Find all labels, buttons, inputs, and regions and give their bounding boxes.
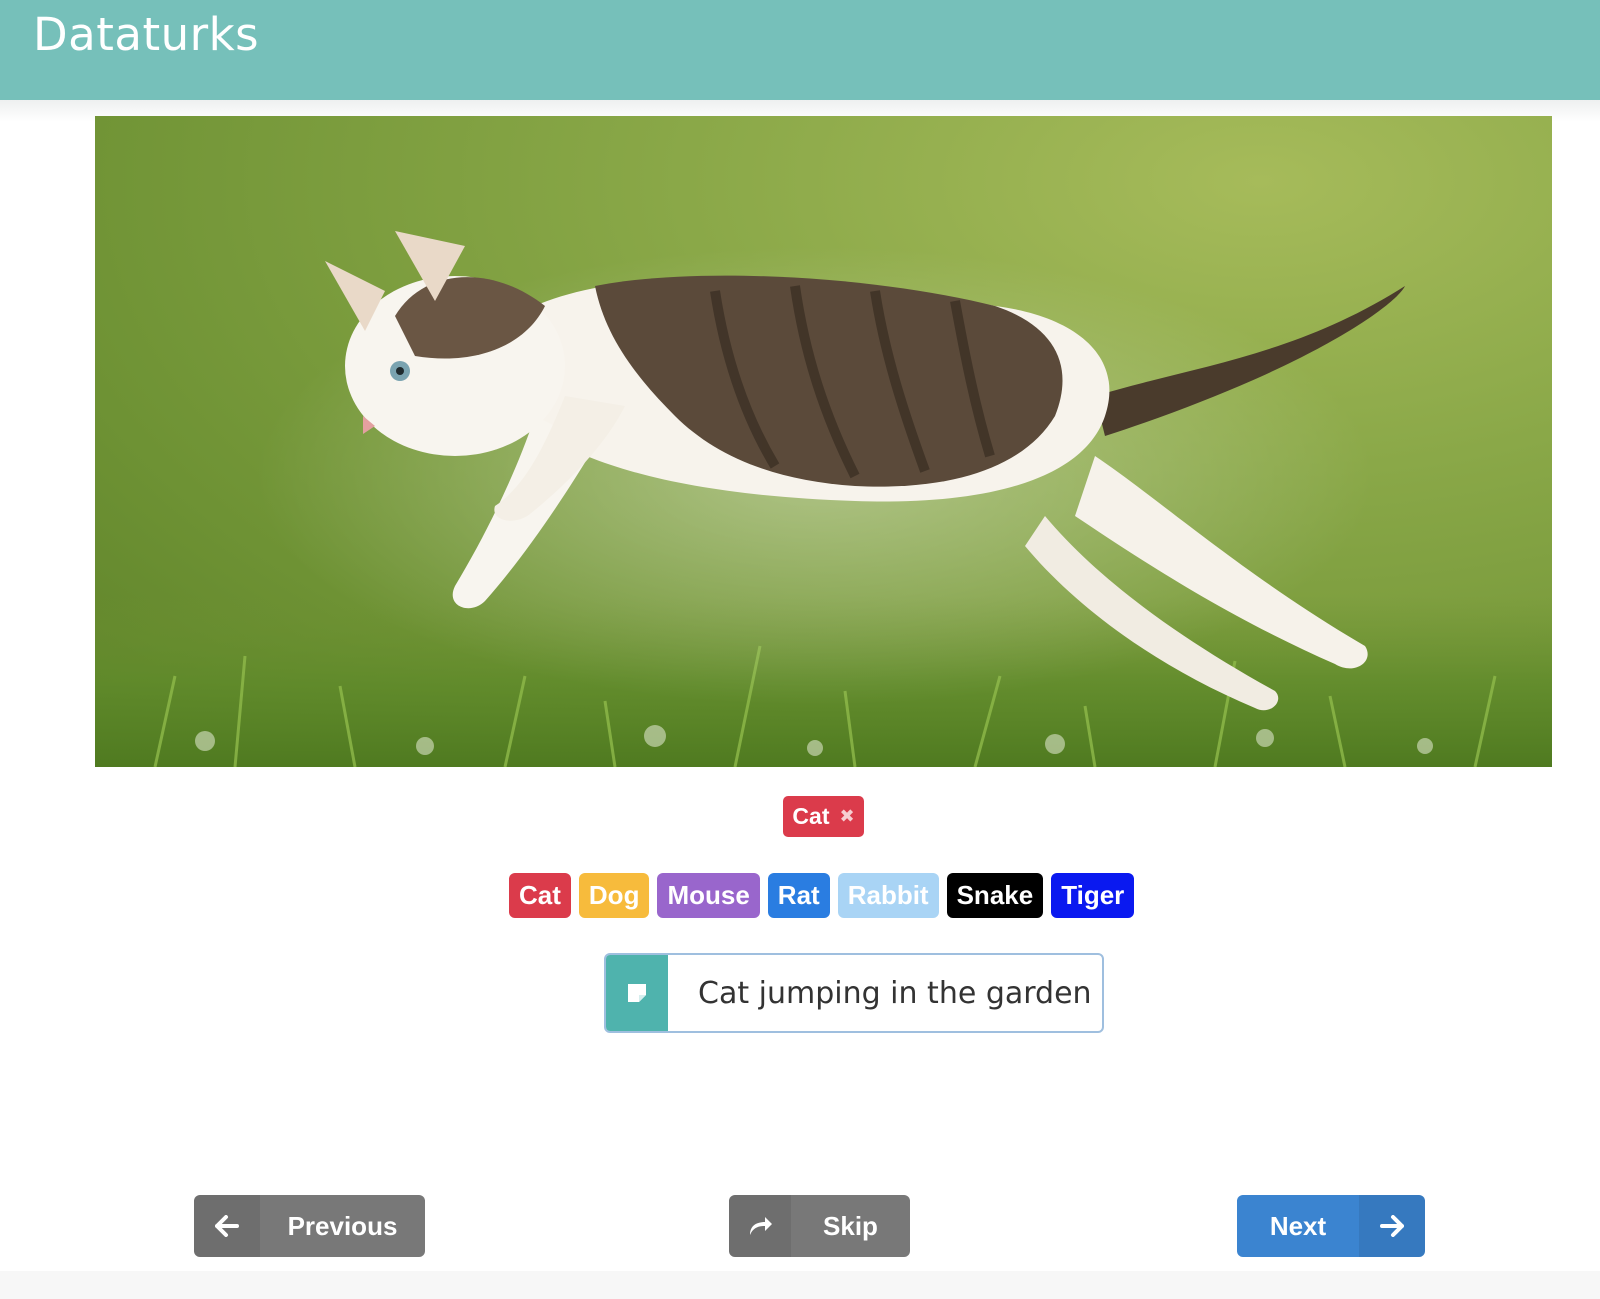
arrow-left-icon xyxy=(194,1195,260,1257)
arrow-right-icon xyxy=(1359,1195,1425,1257)
label-option-snake[interactable]: Snake xyxy=(946,873,1044,918)
annotation-image xyxy=(95,116,1552,767)
share-arrow-icon xyxy=(729,1195,791,1257)
footer-strip xyxy=(0,1271,1600,1299)
caption-input[interactable] xyxy=(668,955,1102,1031)
app-title: Dataturks xyxy=(33,8,260,61)
app-header: Dataturks xyxy=(0,0,1600,100)
cat-illustration xyxy=(95,231,1552,767)
label-options: Cat Dog Mouse Rat Rabbit Snake Tiger xyxy=(509,873,1135,918)
label-option-rabbit[interactable]: Rabbit xyxy=(837,873,939,918)
skip-label: Skip xyxy=(823,1210,878,1241)
next-button[interactable]: Next xyxy=(1237,1195,1425,1257)
previous-button[interactable]: Previous xyxy=(194,1195,425,1257)
label-option-mouse[interactable]: Mouse xyxy=(657,873,760,918)
label-option-tiger[interactable]: Tiger xyxy=(1051,873,1135,918)
selected-label-text: Cat xyxy=(792,803,830,829)
label-option-dog[interactable]: Dog xyxy=(578,873,650,918)
selected-label-tag[interactable]: Cat ✖ xyxy=(783,796,864,837)
next-label: Next xyxy=(1269,1210,1327,1241)
sticky-note-icon xyxy=(606,955,668,1031)
label-option-cat[interactable]: Cat xyxy=(509,873,571,918)
label-option-rat[interactable]: Rat xyxy=(767,873,830,918)
caption-field xyxy=(604,953,1104,1033)
previous-label: Previous xyxy=(287,1210,398,1241)
remove-label-icon[interactable]: ✖ xyxy=(839,806,854,827)
skip-button[interactable]: Skip xyxy=(729,1195,910,1257)
